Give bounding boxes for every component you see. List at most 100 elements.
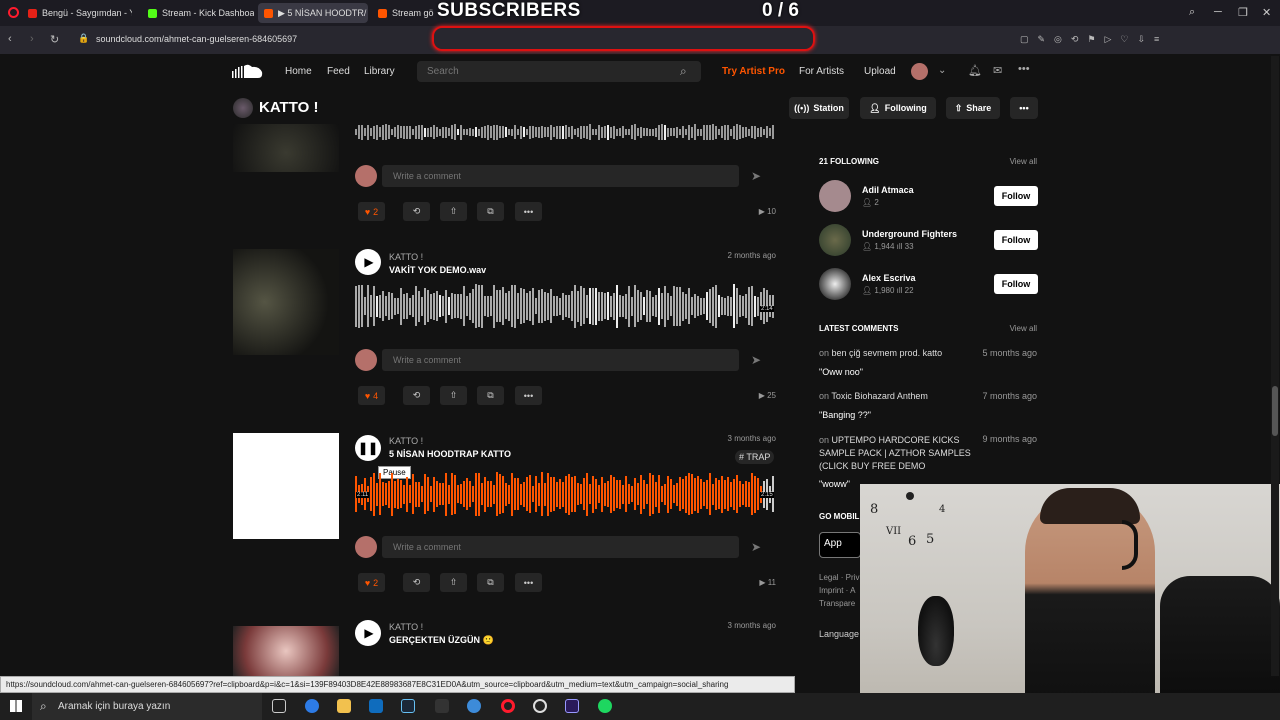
copy-link-button[interactable]: ⧉ [477, 386, 504, 405]
try-artist-pro-link[interactable]: Try Artist Pro [722, 66, 785, 77]
opera-icon[interactable] [501, 699, 515, 713]
share-track-button[interactable]: ⇧ [440, 573, 467, 592]
app-store-badge[interactable]: App [819, 532, 861, 558]
track-artwork-2[interactable] [233, 249, 339, 355]
for-artists-link[interactable]: For Artists [799, 66, 844, 77]
comment-track[interactable]: on UPTEMPO HARDCORE KICKS SAMPLE PACK | … [819, 434, 971, 473]
follow-button[interactable]: Follow [994, 274, 1038, 294]
maximize-icon[interactable]: ❐ [1238, 6, 1248, 19]
repost-button[interactable]: ⟲ [403, 573, 430, 592]
search-tabs-icon[interactable]: ⌕ [1189, 6, 1195, 19]
notifications-icon[interactable]: 🔔︎ [968, 64, 982, 77]
station-button[interactable]: ((•)) Station [789, 97, 849, 119]
view-all-comments-link[interactable]: View all [990, 324, 1037, 333]
explorer-icon[interactable] [337, 699, 351, 713]
like-button[interactable]: ♥ 2 [358, 202, 385, 221]
profile-avatar[interactable] [233, 98, 253, 118]
more-button[interactable]: ••• [1010, 97, 1038, 119]
pause-button[interactable]: ❚❚ [355, 435, 381, 461]
tab-kick[interactable]: Stream - Kick Dashboard [142, 3, 254, 23]
user-avatar[interactable] [911, 63, 928, 80]
taskbar-search-input[interactable]: ⌕ Aramak için buraya yazın [32, 693, 262, 720]
upload-link[interactable]: Upload [864, 66, 896, 77]
following-name[interactable]: Alex Escriva [862, 273, 916, 283]
comment-track[interactable]: on ben çiğ sevmem prod. katto [819, 348, 942, 358]
more-track-button[interactable]: ••• [515, 202, 542, 221]
track-artist[interactable]: KATTO ! [389, 436, 423, 446]
following-heading[interactable]: 21 FOLLOWING [819, 157, 879, 166]
copy-link-button[interactable]: ⧉ [477, 573, 504, 592]
following-name[interactable]: Underground Fighters [862, 229, 957, 239]
epic-games-icon[interactable] [435, 699, 449, 713]
play-button[interactable]: ▶ [355, 620, 381, 646]
tab-youtube[interactable]: Bengü - Saygımdan - You [22, 3, 132, 23]
avatar[interactable] [819, 224, 851, 256]
repost-button[interactable]: ⟲ [403, 386, 430, 405]
reload-icon[interactable]: ↻ [50, 33, 59, 46]
share-track-button[interactable]: ⇧ [440, 386, 467, 405]
tab-stream[interactable]: Stream gökc [372, 3, 434, 23]
like-button[interactable]: ♥ 2 [358, 573, 385, 592]
track-artwork-3[interactable] [233, 433, 339, 539]
imprint-links[interactable]: Imprint · A [819, 586, 860, 595]
spotify-icon[interactable] [598, 699, 612, 713]
scrollbar-thumb[interactable] [1272, 386, 1278, 436]
repost-button[interactable]: ⟲ [403, 202, 430, 221]
more-icon[interactable]: ••• [1018, 63, 1030, 75]
nav-library[interactable]: Library [364, 66, 395, 77]
more-track-button[interactable]: ••• [515, 386, 542, 405]
avatar[interactable] [819, 180, 851, 212]
comment-input-1[interactable] [393, 171, 713, 181]
follow-button[interactable]: Follow [994, 186, 1038, 206]
nav-home[interactable]: Home [285, 66, 312, 77]
mail-icon[interactable] [369, 699, 383, 713]
close-icon[interactable]: ✕ [1262, 6, 1271, 19]
profile-name[interactable]: KATTO ! [259, 99, 318, 116]
nav-feed[interactable]: Feed [327, 66, 350, 77]
waveform-2[interactable] [355, 284, 775, 328]
transparency-link[interactable]: Transpare [819, 599, 860, 608]
send-icon[interactable]: ➤ [751, 353, 761, 367]
like-button[interactable]: ♥ 4 [358, 386, 385, 405]
following-name[interactable]: Adil Atmaca [862, 185, 914, 195]
forward-icon[interactable]: › [30, 33, 34, 45]
play-button[interactable]: ▶ [355, 249, 381, 275]
track-title[interactable]: 5 NİSAN HOODTRAP KATTO [389, 449, 511, 459]
search-icon[interactable]: ⌕ [680, 64, 687, 79]
copy-link-button[interactable]: ⧉ [477, 202, 504, 221]
comment-input-3[interactable] [393, 542, 713, 552]
opera-logo-icon[interactable] [8, 7, 19, 18]
windows-start-icon[interactable] [10, 700, 22, 712]
minimize-icon[interactable]: ─ [1214, 6, 1222, 18]
task-view-icon[interactable] [272, 699, 286, 713]
track-artwork-4[interactable] [233, 626, 339, 676]
messages-icon[interactable]: ✉ [993, 64, 1002, 77]
premiere-icon[interactable] [565, 699, 579, 713]
waveform-3[interactable] [355, 472, 775, 516]
share-button[interactable]: ⇧ Share [946, 97, 1000, 119]
back-icon[interactable]: ‹ [8, 33, 12, 45]
edge-icon[interactable] [305, 699, 319, 713]
more-track-button[interactable]: ••• [515, 573, 542, 592]
chevron-down-icon[interactable]: ⌄ [938, 65, 946, 76]
send-icon[interactable]: ➤ [751, 169, 761, 183]
search-input[interactable] [427, 66, 667, 77]
language-selector[interactable]: Language [819, 629, 860, 639]
waveform-1[interactable] [355, 124, 775, 140]
track-title[interactable]: VAKİT YOK DEMO.wav [389, 265, 486, 275]
track-artist[interactable]: KATTO ! [389, 622, 423, 632]
share-track-button[interactable]: ⇧ [440, 202, 467, 221]
track-title[interactable]: GERÇEKTEN ÜZGÜN 🙁 [389, 635, 494, 646]
comment-track[interactable]: on Toxic Biohazard Anthem [819, 391, 928, 401]
soundcloud-logo-icon[interactable] [232, 63, 264, 79]
track-tag[interactable]: # TRAP [735, 450, 775, 464]
view-all-following-link[interactable]: View all [990, 157, 1037, 166]
url-field[interactable]: soundcloud.com/ahmet-can-guelseren-68460… [96, 34, 297, 44]
send-icon[interactable]: ➤ [751, 540, 761, 554]
track-artist[interactable]: KATTO ! [389, 252, 423, 262]
comment-input-2[interactable] [393, 355, 713, 365]
following-button[interactable]: 👤︎ Following [860, 97, 936, 119]
page-scrollbar[interactable] [1271, 56, 1279, 676]
obs-icon[interactable] [533, 699, 547, 713]
steam-icon[interactable] [401, 699, 415, 713]
